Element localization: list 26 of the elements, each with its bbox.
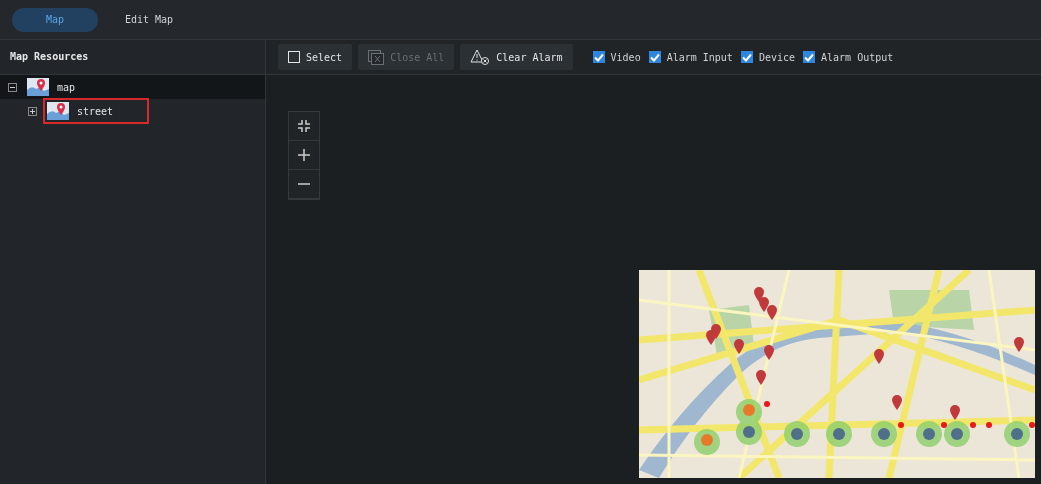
- checkbox-label: Video: [610, 51, 641, 63]
- tab[interactable]: Map: [12, 7, 98, 32]
- checkbox[interactable]: [592, 51, 605, 63]
- expand-icon[interactable]: [8, 82, 17, 92]
- checkbox[interactable]: [740, 51, 753, 63]
- zoom-out-icon[interactable]: [289, 170, 319, 199]
- tree-row[interactable]: street: [0, 99, 265, 123]
- checkbox-icon: [288, 51, 300, 63]
- toolbar-button[interactable]: Clear Alarm: [460, 44, 573, 70]
- alarm-icon: [470, 49, 491, 65]
- checkbox[interactable]: [648, 51, 661, 63]
- zoom-in-icon[interactable]: [289, 141, 319, 170]
- checkbox-label: Device: [758, 51, 795, 63]
- toolbar-button[interactable]: Select: [278, 44, 353, 70]
- fit-icon[interactable]: [289, 112, 319, 141]
- map-icon: [47, 102, 69, 120]
- close-windows-icon: [368, 49, 385, 65]
- tree-label: map: [57, 81, 76, 93]
- expand-icon[interactable]: [28, 106, 37, 116]
- checkbox-label: Alarm Input: [666, 51, 733, 63]
- map-icon: [27, 78, 49, 96]
- checkbox[interactable]: [803, 51, 815, 63]
- tree-row[interactable]: map: [0, 75, 265, 99]
- tab[interactable]: Edit Map: [106, 7, 192, 32]
- tree-label: street: [77, 105, 114, 117]
- checkbox-label: Alarm Output: [821, 51, 894, 63]
